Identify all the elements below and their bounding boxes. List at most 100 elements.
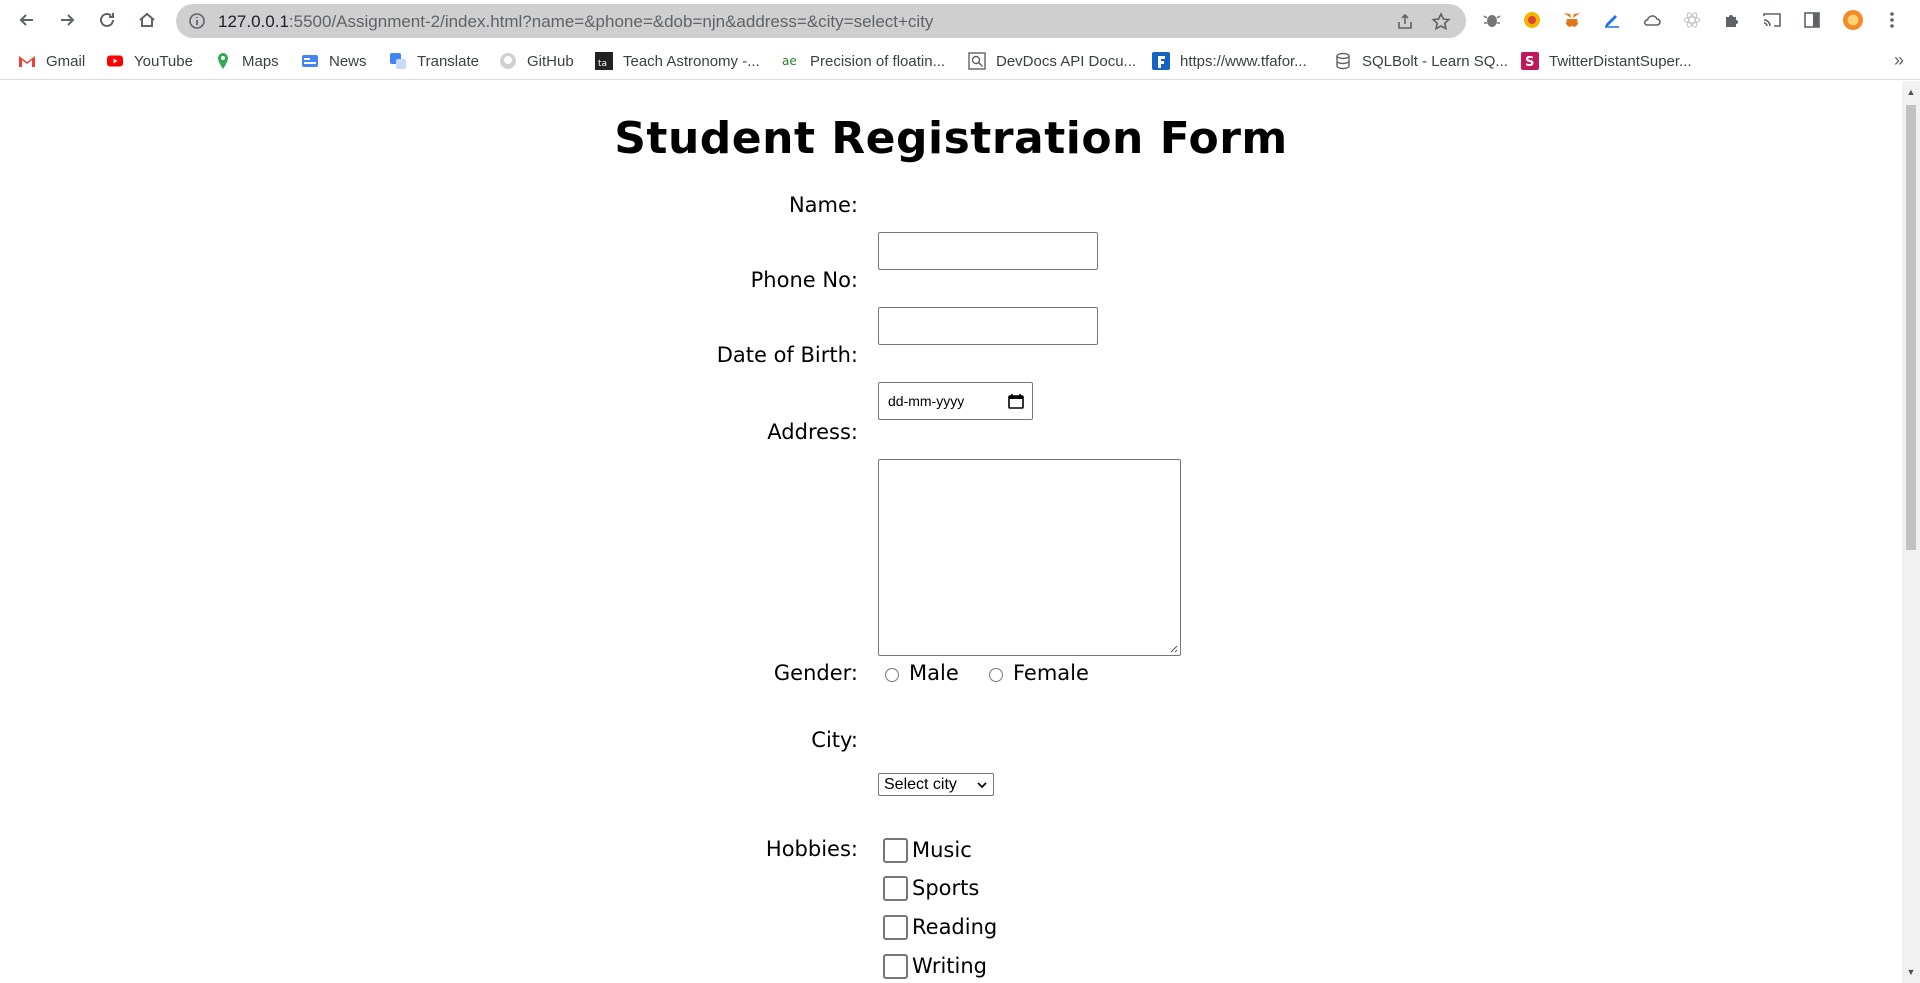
arrow-left-icon (19, 14, 33, 26)
hobby-sports-label: Sports (912, 876, 980, 900)
bookmark-label: YouTube (134, 52, 193, 70)
url-text[interactable]: 127.0.0.1:5500/Assignment-2/index.html?n… (218, 12, 933, 32)
puzzle-extensions-icon[interactable] (1721, 9, 1743, 31)
hobbies-label: Hobbies: (765, 837, 858, 861)
bookmark-label: Maps (242, 52, 279, 70)
hobby-writing-label: Writing (912, 954, 987, 978)
svg-text:S: S (1525, 55, 1534, 70)
bookmark-translate[interactable]: Translate (389, 50, 479, 72)
cast-icon[interactable] (1761, 9, 1783, 31)
bookmark-twitter-super[interactable]: S TwitterDistantSuper... (1521, 50, 1692, 72)
bookmark-label: Translate (417, 52, 479, 70)
translate-icon (389, 52, 407, 70)
tfa-icon (1152, 52, 1170, 70)
hobby-sports-checkbox[interactable] (883, 876, 908, 901)
share-icon (1398, 13, 1412, 29)
precision-icon: ae (782, 52, 800, 70)
kebab-menu-icon (1890, 12, 1894, 28)
hobby-reading-checkbox[interactable] (883, 915, 908, 940)
side-panel-icon[interactable] (1801, 9, 1823, 31)
scroll-up-icon[interactable]: ▲ (1906, 87, 1916, 97)
calendar-icon[interactable] (1008, 393, 1024, 409)
bookmark-tfa[interactable]: https://www.tfafor... (1152, 50, 1307, 72)
hobby-music-label: Music (912, 838, 972, 862)
svg-text:ta: ta (598, 59, 607, 69)
star-icon (1431, 12, 1451, 31)
arrow-right-icon (61, 14, 75, 26)
maps-icon (214, 52, 232, 70)
gmail-icon (18, 52, 36, 70)
bookmark-teach-astronomy[interactable]: ta Teach Astronomy -... (595, 50, 760, 72)
bookmark-label: Teach Astronomy -... (623, 52, 760, 70)
bookmark-label: https://www.tfafor... (1180, 52, 1307, 70)
bookmark-github[interactable]: GitHub (499, 50, 574, 72)
react-devtools-icon[interactable] (1681, 9, 1703, 31)
bookmark-label: GitHub (527, 52, 574, 70)
city-select[interactable]: Select city (878, 773, 994, 796)
bookmark-label: SQLBolt - Learn SQ... (1362, 52, 1508, 70)
hobby-writing-checkbox[interactable] (883, 954, 908, 979)
forward-button[interactable] (52, 5, 82, 35)
chevron-down-icon (977, 782, 987, 789)
bookmark-youtube[interactable]: YouTube (106, 50, 193, 72)
sqlbolt-icon (1334, 52, 1352, 70)
name-input[interactable] (878, 232, 1098, 270)
page-title: Student Registration Form (614, 113, 1288, 164)
github-icon (499, 52, 517, 70)
reload-button[interactable] (92, 5, 122, 35)
gender-female-radio[interactable] (989, 668, 1003, 682)
address-textarea[interactable] (878, 459, 1181, 656)
dob-input[interactable]: dd-mm-yyyy (878, 382, 1033, 420)
info-icon[interactable] (188, 12, 206, 30)
gender-female-label: Female (1013, 661, 1089, 685)
twitter-super-icon: S (1521, 52, 1539, 70)
back-button[interactable] (12, 5, 42, 35)
bookmarks-bar: Gmail YouTube Maps News Translate GitHub… (0, 42, 1920, 80)
metamask-icon[interactable] (1561, 9, 1583, 31)
hobby-music-checkbox[interactable] (883, 838, 908, 863)
dob-label: Date of Birth: (716, 343, 858, 367)
home-button[interactable] (132, 5, 162, 35)
menu-button[interactable] (1881, 9, 1903, 31)
phone-label: Phone No: (750, 268, 858, 292)
share-button[interactable] (1394, 11, 1416, 33)
bookmark-precision[interactable]: ae Precision of floatin... (782, 50, 945, 72)
home-icon (139, 12, 155, 27)
gender-male-radio[interactable] (885, 668, 899, 682)
address-bar[interactable]: 127.0.0.1:5500/Assignment-2/index.html?n… (176, 4, 1466, 38)
bookmark-star-button[interactable] (1430, 11, 1452, 33)
avatar-icon (1843, 10, 1863, 30)
bookmark-label: News (329, 52, 367, 70)
reload-icon (100, 12, 114, 27)
teach-astronomy-icon: ta (595, 52, 613, 70)
news-icon (301, 52, 319, 70)
city-selected-value: Select city (884, 775, 957, 793)
scrollbar-thumb[interactable] (1906, 105, 1916, 550)
name-label: Name: (788, 193, 858, 217)
bookmark-devdocs[interactable]: DevDocs API Docu... (968, 50, 1136, 72)
colorful-extension-icon[interactable] (1521, 9, 1543, 31)
dob-placeholder: dd-mm-yyyy (888, 393, 965, 409)
bookmark-news[interactable]: News (301, 50, 367, 72)
page-viewport: Student Registration Form Name: Phone No… (0, 81, 1902, 983)
page-scrollbar[interactable]: ▲ ▼ (1902, 81, 1920, 983)
bookmarks-overflow-button[interactable]: » (1894, 50, 1904, 71)
gender-label: Gender: (773, 661, 858, 685)
bookmark-gmail[interactable]: Gmail (18, 50, 85, 72)
hobby-reading-label: Reading (912, 915, 998, 939)
bookmark-label: Precision of floatin... (810, 52, 946, 70)
cloud-extension-icon[interactable] (1641, 9, 1663, 31)
resize-handle-icon[interactable] (1168, 643, 1178, 653)
devdocs-icon (968, 52, 986, 70)
bookmark-label: TwitterDistantSuper... (1549, 52, 1692, 70)
scroll-down-icon[interactable]: ▼ (1906, 967, 1916, 977)
profile-avatar[interactable] (1840, 7, 1866, 33)
bug-extension-icon[interactable] (1481, 9, 1503, 31)
address-label: Address: (767, 420, 858, 444)
url-host: 127.0.0.1 (218, 12, 289, 31)
city-label: City: (811, 728, 858, 752)
pen-extension-icon[interactable] (1601, 9, 1623, 31)
bookmark-maps[interactable]: Maps (214, 50, 279, 72)
phone-input[interactable] (878, 307, 1098, 345)
bookmark-sqlbolt[interactable]: SQLBolt - Learn SQ... (1334, 50, 1508, 72)
